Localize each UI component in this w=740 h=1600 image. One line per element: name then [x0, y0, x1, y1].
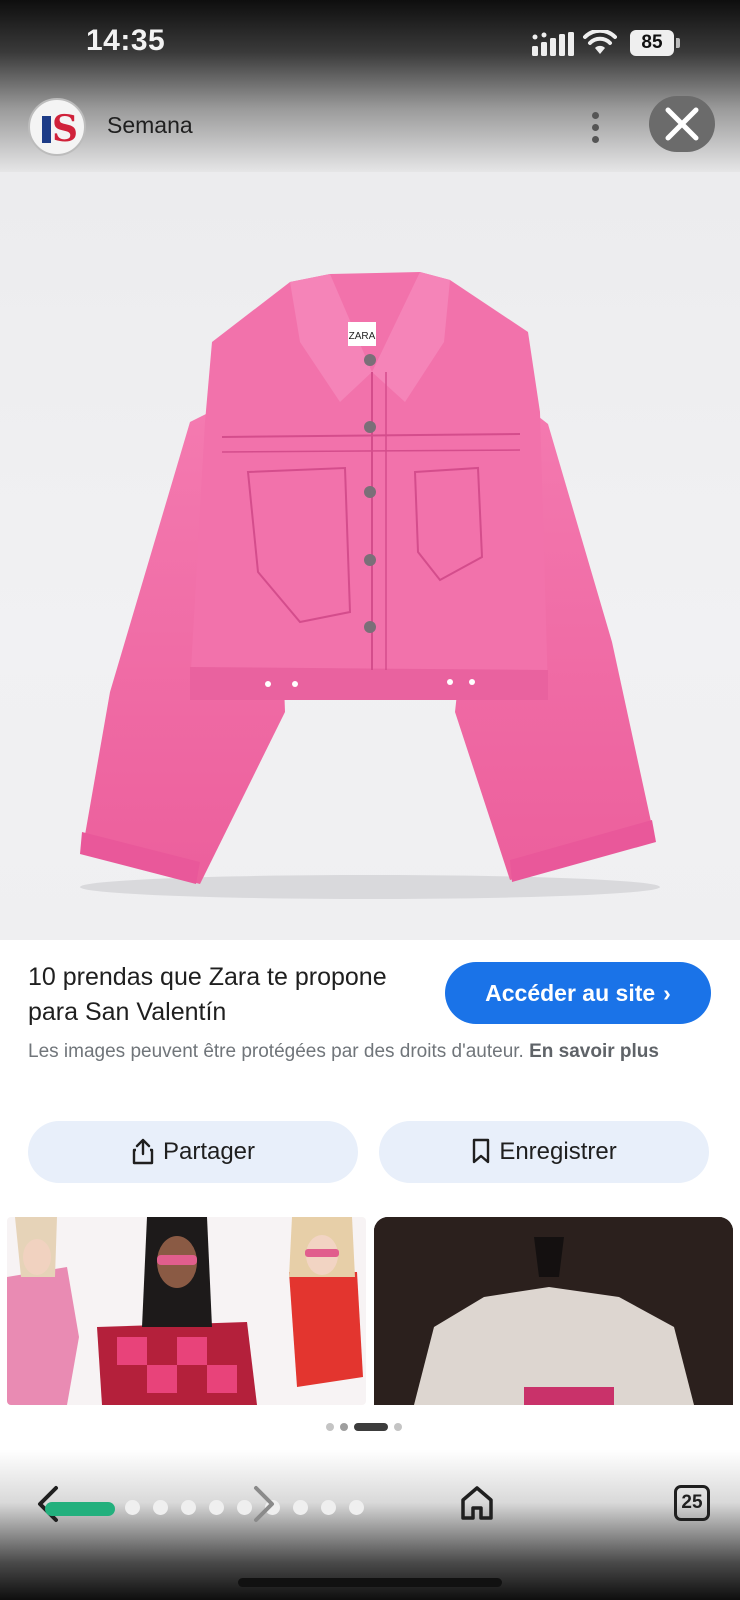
forward-arrow-icon[interactable]: [246, 1482, 280, 1526]
source-logo-letter: S: [52, 108, 78, 150]
save-label: Enregistrer: [499, 1138, 617, 1165]
learn-more-link[interactable]: En savoir plus: [529, 1041, 659, 1062]
battery-level: 85: [641, 32, 663, 53]
close-icon: [665, 107, 699, 141]
wifi-icon: [583, 30, 617, 54]
related-image-models: [7, 1217, 363, 1405]
source-logo[interactable]: S: [28, 98, 86, 156]
share-label: Partager: [162, 1138, 256, 1165]
save-button[interactable]: Enregistrer: [379, 1121, 709, 1183]
related-thumbnail[interactable]: [7, 1217, 366, 1405]
history-progress-bar: [45, 1502, 115, 1516]
share-icon: [132, 1138, 154, 1164]
chevron-right-icon: ›: [663, 980, 671, 1006]
carousel-indicator: [326, 1420, 426, 1434]
related-thumbnail[interactable]: [374, 1217, 733, 1405]
related-image-tshirt: [374, 1217, 733, 1405]
share-button[interactable]: Partager: [28, 1121, 358, 1183]
battery-indicator: 85: [630, 30, 680, 56]
status-bar: 14:35 85: [0, 0, 740, 90]
result-title[interactable]: 10 prendas que Zara te propone para San …: [28, 960, 428, 1030]
tabs-button[interactable]: 25: [674, 1485, 710, 1521]
more-options-button[interactable]: [578, 108, 612, 148]
home-icon[interactable]: [457, 1482, 497, 1522]
jacket-image: ZARA: [80, 272, 660, 899]
history-dots: [125, 1500, 365, 1516]
source-name[interactable]: Semana: [107, 112, 193, 139]
copyright-notice: Les images peuvent être protégées par de…: [28, 1038, 688, 1066]
home-indicator[interactable]: [238, 1578, 502, 1587]
main-image[interactable]: ZARA: [0, 172, 740, 940]
visit-site-button[interactable]: Accéder au site ›: [445, 962, 711, 1024]
copyright-text: Les images peuvent être protégées par de…: [28, 1041, 524, 1062]
close-button[interactable]: [649, 96, 715, 152]
viewer-header: S Semana: [0, 90, 740, 170]
bookmark-icon: [473, 1138, 490, 1163]
visit-site-label: Accéder au site: [485, 980, 656, 1006]
status-time: 14:35: [86, 24, 166, 57]
brand-label: ZARA: [349, 331, 376, 342]
cellular-signal-icon: [532, 32, 574, 56]
